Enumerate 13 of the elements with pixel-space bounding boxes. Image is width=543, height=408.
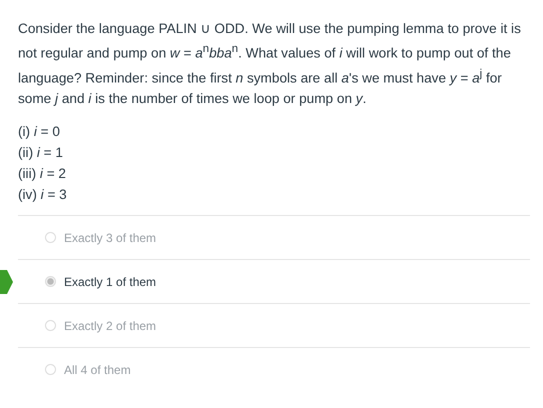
option-line: (iii) i = 2 (18, 165, 67, 184)
radio-button[interactable] (45, 364, 56, 376)
question-text: Consider the language PALIN ∪ ODD. We will use the pumping lemma to prove it is not regular and pump on w = a$^{n}$bba$^{n}$. What values of i will work to pump out of the language? Reminder: since the first n symbols are all a's we must have y = a$^{j}$ for some j and i is the number of times we loop or pump on y. (18, 20, 522, 108)
option-line: (i) i = 0 (18, 123, 61, 142)
answer-label[interactable]: Exactly 3 of them (64, 230, 156, 245)
answer-label[interactable]: All 4 of them (64, 362, 131, 377)
answer-label[interactable]: Exactly 2 of them (64, 318, 156, 333)
option-line: (ii) i = 1 (18, 144, 64, 162)
radio-button[interactable] (45, 320, 56, 332)
option-line: (iv) i = 3 (18, 186, 68, 204)
radio-button[interactable] (45, 232, 56, 244)
radio-button[interactable] (45, 276, 56, 288)
answer-label[interactable]: Exactly 1 of them (64, 274, 156, 289)
